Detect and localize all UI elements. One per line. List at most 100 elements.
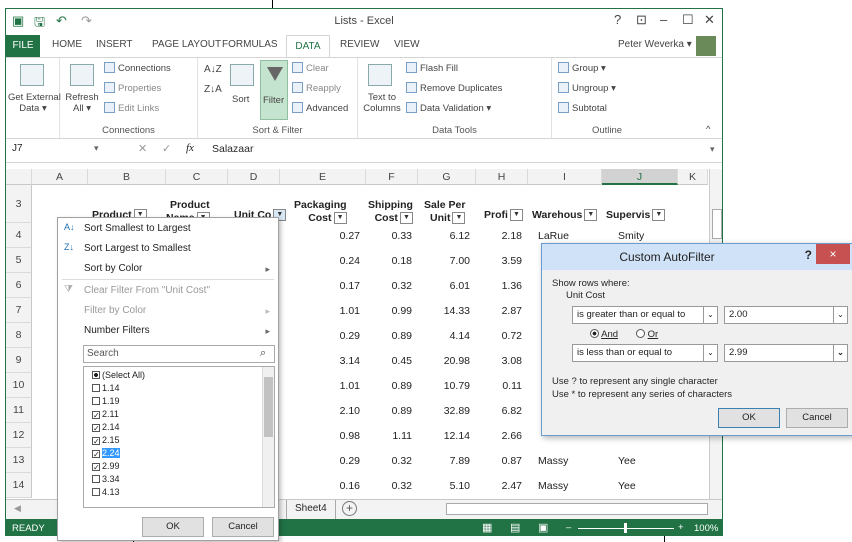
name-box-dropdown-icon[interactable]: ▾ (94, 143, 99, 154)
cell-e[interactable]: 3.14 (280, 355, 360, 367)
cell-f[interactable]: 0.89 (366, 405, 412, 417)
col-header-g[interactable]: G (418, 169, 476, 185)
cell-f[interactable]: 0.89 (366, 330, 412, 342)
cell-f[interactable]: 0.18 (366, 255, 412, 267)
filter-value-item[interactable]: (Select All) (92, 370, 145, 380)
collapse-ribbon-icon[interactable]: ^ (706, 124, 710, 135)
select-all-corner[interactable] (6, 169, 32, 185)
cell-g[interactable]: 20.98 (418, 355, 470, 367)
cell-e[interactable]: 1.01 (280, 380, 360, 392)
cell-h[interactable]: 3.08 (476, 355, 522, 367)
filter-value-item[interactable]: ✓ 2.14 (92, 422, 120, 433)
insert-function-icon[interactable]: fx (186, 142, 194, 154)
zoom-slider-thumb[interactable] (624, 523, 627, 533)
tab-file[interactable]: FILE (6, 35, 40, 57)
row-header[interactable]: 9 (6, 348, 32, 373)
cell-j[interactable]: Yee (618, 455, 636, 467)
row-header[interactable]: 13 (6, 448, 32, 473)
sort-by-color-item[interactable]: Sort by Color (84, 263, 142, 274)
text-to-columns-button[interactable]: Text to Columns (362, 92, 402, 114)
ungroup-button[interactable]: Ungroup ▾ (558, 82, 616, 94)
tab-home[interactable]: HOME (52, 39, 82, 50)
cell-e[interactable]: 0.16 (280, 480, 360, 492)
chevron-down-icon[interactable]: ⌄ (703, 345, 717, 361)
filter-search-input[interactable]: Search (83, 345, 275, 363)
cell-h[interactable]: 3.59 (476, 255, 522, 267)
filter-button[interactable]: Filter (260, 60, 288, 120)
name-box[interactable]: J7 (10, 143, 100, 159)
maximize-icon[interactable]: ☐ (682, 12, 694, 28)
value-combo-2[interactable]: 2.99 ⌄ (724, 344, 848, 362)
cell-f[interactable]: 0.32 (366, 455, 412, 467)
row-header[interactable]: 12 (6, 423, 32, 448)
col-header-e[interactable]: E (280, 169, 366, 185)
col-header-i[interactable]: I (528, 169, 602, 185)
filter-dropdown-icon[interactable]: ▼ (584, 209, 598, 222)
sort-az-icon[interactable]: A↓Z (204, 64, 222, 75)
row-header[interactable]: 3 (6, 185, 32, 223)
chevron-down-icon[interactable]: ⌄ (833, 345, 847, 361)
cell-g[interactable]: 5.10 (418, 480, 470, 492)
chevron-down-icon[interactable]: ⌄ (703, 307, 717, 323)
advanced-button[interactable]: Advanced (292, 102, 348, 114)
zoom-in-icon[interactable]: + (678, 522, 684, 533)
checkbox-unchecked-icon[interactable] (92, 475, 100, 483)
checkbox-checked-icon[interactable]: ✓ (92, 411, 100, 420)
sort-descending-item[interactable]: Sort Largest to Smallest (84, 243, 191, 254)
cancel-entry-icon[interactable]: ✕ (138, 142, 147, 155)
row-header[interactable]: 10 (6, 373, 32, 398)
formula-input[interactable]: Salazaar (212, 143, 253, 155)
help-icon[interactable]: ? (614, 12, 621, 27)
cell-h[interactable]: 0.11 (476, 380, 522, 392)
scroll-left-icon[interactable]: ◀ (14, 503, 21, 514)
filter-value-item[interactable]: ✓ 2.99 (92, 461, 120, 472)
vertical-scroll-thumb[interactable] (712, 209, 722, 239)
tab-page-layout[interactable]: PAGE LAYOUT (152, 39, 221, 50)
chevron-down-icon[interactable]: ⌄ (833, 307, 847, 323)
cell-g[interactable]: 7.00 (418, 255, 470, 267)
cell-e[interactable]: 0.17 (280, 280, 360, 292)
filter-value-item[interactable]: ✓ 2.11 (92, 409, 119, 420)
filter-value-item[interactable]: 4.13 (92, 487, 120, 497)
cell-g[interactable]: 6.12 (418, 230, 470, 242)
cell-g[interactable]: 32.89 (418, 405, 470, 417)
flash-fill-button[interactable]: Flash Fill (406, 62, 458, 74)
cell-e[interactable]: 0.24 (280, 255, 360, 267)
col-header-a[interactable]: A (32, 169, 88, 185)
remove-duplicates-button[interactable]: Remove Duplicates (406, 82, 502, 94)
cell-f[interactable]: 1.11 (366, 430, 412, 442)
new-sheet-icon[interactable]: + (342, 501, 357, 516)
page-layout-view-icon[interactable]: ▤ (510, 521, 520, 534)
dialog-close-icon[interactable]: × (816, 244, 850, 264)
cell-f[interactable]: 0.45 (366, 355, 412, 367)
tab-view[interactable]: VIEW (394, 39, 420, 50)
filter-dropdown-icon[interactable]: ▼ (333, 212, 347, 225)
filter-dropdown-icon[interactable]: ▼ (652, 209, 666, 222)
horizontal-scrollbar[interactable] (446, 503, 708, 515)
cell-h[interactable]: 0.72 (476, 330, 522, 342)
cell-g[interactable]: 10.79 (418, 380, 470, 392)
dialog-cancel-button[interactable]: Cancel (786, 408, 848, 428)
cell-e[interactable]: 2.10 (280, 405, 360, 417)
row-header[interactable]: 5 (6, 248, 32, 273)
col-header-f[interactable]: F (366, 169, 418, 185)
normal-view-icon[interactable]: ▦ (482, 521, 492, 534)
cell-h[interactable]: 2.87 (476, 305, 522, 317)
zoom-out-icon[interactable]: – (566, 522, 571, 533)
cell-h[interactable]: 2.47 (476, 480, 522, 492)
filter-dropdown-icon[interactable]: ▼ (452, 212, 466, 225)
dialog-help-icon[interactable]: ? (805, 248, 812, 262)
filter-value-item[interactable]: ✓ 2.15 (92, 435, 120, 446)
cell-f[interactable]: 0.99 (366, 305, 412, 317)
sort-button[interactable]: Sort (232, 94, 249, 105)
cell-i[interactable]: Massy (538, 455, 568, 467)
operator-select-1[interactable]: is greater than or equal to ⌄ (572, 306, 718, 324)
confirm-entry-icon[interactable]: ✓ (162, 142, 171, 155)
cell-e[interactable]: 1.01 (280, 305, 360, 317)
page-break-view-icon[interactable]: ▣ (538, 521, 548, 534)
sort-za-icon[interactable]: Z↓A (204, 84, 222, 95)
cell-i[interactable]: LaRue (538, 230, 569, 242)
cell-f[interactable]: 0.89 (366, 380, 412, 392)
refresh-all-button[interactable]: Refresh All ▾ (64, 92, 100, 114)
sheet-tab[interactable]: Sheet4 (286, 500, 336, 519)
